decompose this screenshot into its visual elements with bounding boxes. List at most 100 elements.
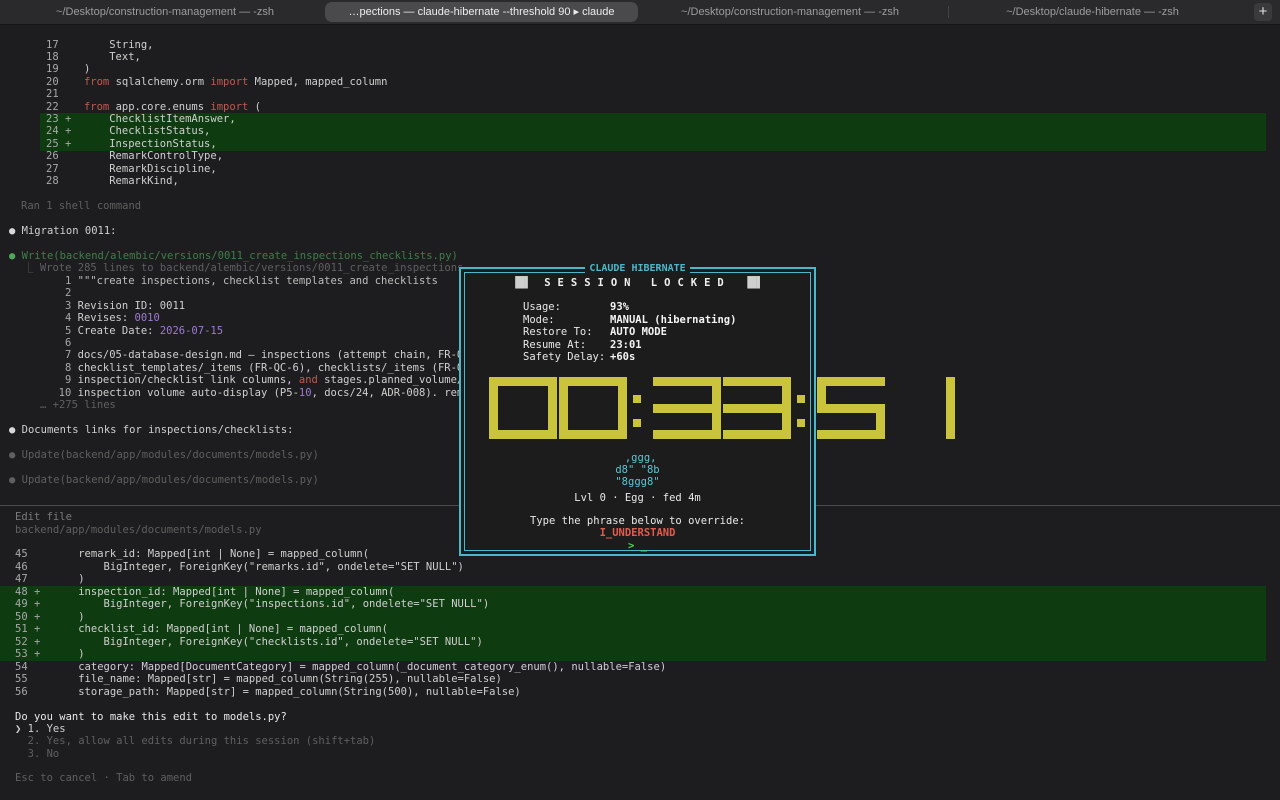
tab-construction-management-1[interactable]: ~/Desktop/construction-management — -zsh [0,2,330,22]
diff-line: 45 remark_id: Mapped[int | None] = mappe… [15,548,370,560]
countdown-segment [946,408,955,439]
countdown-segment [946,377,955,408]
override-prompt: Type the phrase below to override: [530,515,745,527]
block-right-icon: ▐█▌ [744,277,764,289]
code-line-added: 24 + ChecklistStatus, [46,125,211,137]
write-line: 8 checklist_templates/_items (FR-QC-6), … [64,362,476,374]
write-line: 1 """create inspections, checklist templ… [64,275,438,287]
countdown-segment [489,377,557,386]
write-tool-call: ● Write(backend/alembic/versions/0011_cr… [9,250,458,262]
session-locked-banner: ▐█▌ SESSION LOCKED ▐█▌ [511,277,764,289]
countdown-digit [723,377,793,439]
countdown-digit [653,377,723,439]
code-line: 20 from sqlalchemy.orm import Mapped, ma… [46,76,388,88]
countdown-colon [633,419,641,427]
countdown-segment [489,430,557,439]
field-mode: Mode: MANUAL (hibernating) [523,313,737,326]
diff-line: 56 storage_path: Mapped[str] = mapped_co… [15,686,521,698]
countdown-colon [797,395,805,403]
write-line: 6 [64,337,72,349]
code-line: 19 ) [46,63,91,75]
countdown-segment [489,377,498,408]
countdown-segment [653,430,721,439]
field-safety-delay: Safety Delay: +60s [523,351,636,363]
code-line: 26 RemarkControlType, [46,150,224,162]
countdown-digit [559,377,629,439]
ran-shell-status: Ran 1 shell command [21,200,142,212]
code-line: 22 from app.core.enums import ( [46,101,261,113]
write-line: 2 [64,287,72,299]
write-tool-result: ⎿ Wrote 285 lines to backend/alembic/ver… [23,262,470,274]
countdown-segment [653,377,721,386]
pet-art-line: d8" "8b [615,464,660,476]
diff-line-added: 51 + checklist_id: Mapped[int | None] = … [15,623,388,635]
code-line: 28 RemarkKind, [46,175,179,187]
diff-line: 47 ) [15,573,85,585]
countdown-colon [633,395,641,403]
countdown-segment [559,408,568,439]
write-line: 9 inspection/checklist link columns, and… [64,374,476,386]
countdown-segment [723,430,791,439]
field-resume-at: Resume At: 23:01 [523,338,642,351]
countdown-segment [723,377,791,386]
code-line-added: 23 + ChecklistItemAnswer, [46,113,236,125]
countdown-segment [817,377,885,386]
countdown-digit [489,377,559,439]
diff-line-added: 52 + BigInteger, ForeignKey("checklists.… [15,636,483,648]
code-line: 27 RemarkDiscipline, [46,163,217,175]
new-tab-button[interactable]: + [1254,3,1272,21]
countdown-segment [559,430,627,439]
pet-art-line: ,ggg, [618,452,657,464]
code-line: 21 [46,88,59,100]
diff-line: 55 file_name: Mapped[str] = mapped_colum… [15,673,502,685]
option-yes-allow-all[interactable]: 2. Yes, allow all edits during this sess… [15,735,376,747]
edit-question: Do you want to make this edit to models.… [15,711,287,723]
code-line: 17 String, [46,39,154,51]
countdown-digit [817,377,887,439]
modal-title: CLAUDE HIBERNATE [461,262,814,274]
option-no[interactable]: 3. No [15,748,60,760]
tab-bar: ~/Desktop/construction-management — -zsh… [0,0,1280,25]
update-tool-call: ● Update(backend/app/modules/documents/m… [9,474,319,486]
write-line: 7 docs/05-database-design.md — inspectio… [64,349,476,361]
edit-file-path: backend/app/modules/documents/models.py [15,524,262,536]
tab-claude-hibernate-zsh[interactable]: ~/Desktop/claude-hibernate — -zsh [950,2,1235,22]
diff-line-added: 48 + inspection_id: Mapped[int | None] =… [15,586,395,598]
diff-line-added: 53 + ) [15,648,85,660]
write-line: 3 Revision ID: 0011 [64,300,186,312]
write-line: 10 inspection volume auto-display (P5-10… [58,387,476,399]
override-phrase: I_UNDERSTAND [599,527,676,539]
block-left-icon: ▐█▌ [511,277,531,289]
write-line: 5 Create Date: 2026-07-15 [64,325,224,337]
countdown-segment [817,430,885,439]
tab-claude-hibernate-session[interactable]: …pections — claude-hibernate --threshold… [325,2,638,22]
countdown-segment [559,377,627,386]
tab-construction-management-2[interactable]: ~/Desktop/construction-management — -zsh [640,2,940,22]
countdown-segment [653,403,721,413]
pet-status: Lvl 0 · Egg · fed 4m [574,492,701,504]
diff-line: 54 category: Mapped[DocumentCategory] = … [15,661,667,673]
update-tool-call: ● Update(backend/app/modules/documents/m… [9,449,319,461]
code-line-added: 25 + InspectionStatus, [46,138,217,150]
pet-art-line: "8ggg8" [615,476,660,488]
countdown-digit [887,377,957,439]
countdown-segment [817,403,885,413]
footer-hint: Esc to cancel · Tab to amend [15,772,193,784]
tab-separator [948,6,949,18]
diff-line-added: 50 + ) [15,611,85,623]
field-restore-to: Restore To: AUTO MODE [523,326,667,338]
code-line: 18 Text, [46,51,141,63]
edit-file-title: Edit file [15,511,72,523]
countdown-segment [489,408,498,439]
override-input[interactable]: > _ [461,540,814,552]
migration-heading: ● Migration 0011: [9,225,117,237]
more-lines[interactable]: … +275 lines [40,399,116,411]
write-line: 4 Revises: 0010 [64,312,160,324]
diff-line: 46 BigInteger, ForeignKey("remarks.id", … [15,561,464,573]
countdown-segment [618,377,627,408]
option-yes[interactable]: ❯ 1. Yes [15,723,66,735]
countdown-segment [559,377,568,408]
countdown-segment [723,403,791,413]
diff-line-added: 49 + BigInteger, ForeignKey("inspections… [15,598,490,610]
countdown-colon [797,419,805,427]
